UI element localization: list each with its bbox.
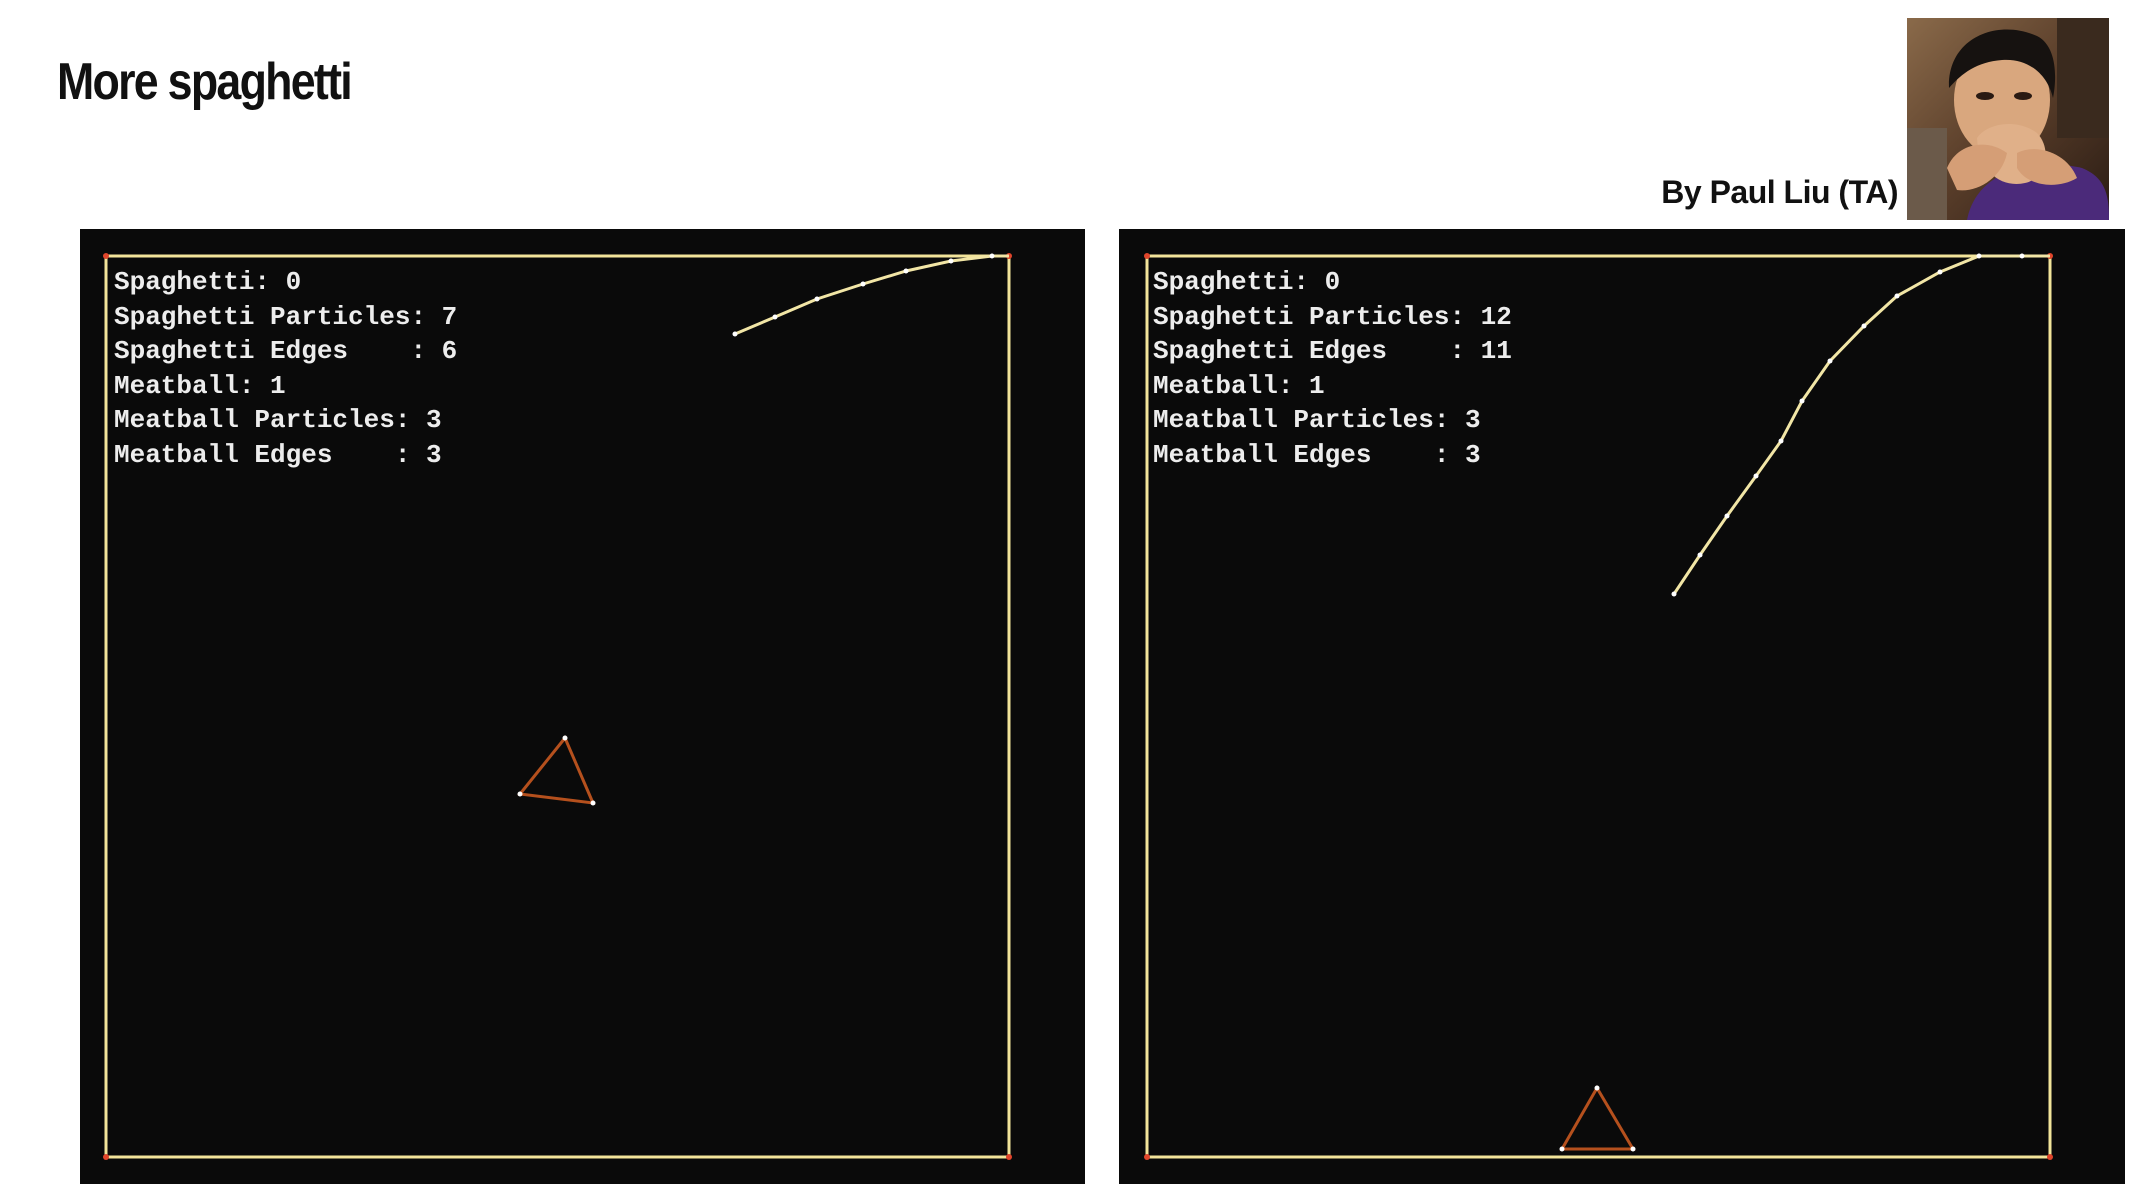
stat-meatball-edges: Meatball Edges : 3 bbox=[114, 439, 442, 470]
stat-meatball-particles: Meatball Particles: 3 bbox=[114, 405, 442, 436]
slide-title: More spaghetti bbox=[57, 53, 353, 111]
meatball-particles bbox=[1559, 1085, 1636, 1152]
stats-readout-left: Spaghetti: 0 Spaghetti Particles: 7 Spag… bbox=[114, 265, 457, 473]
meatball-triangle bbox=[517, 735, 596, 805]
stat-spaghetti-count: Spaghetti: 0 bbox=[1153, 267, 1341, 297]
stat-spaghetti-edges: Spaghetti Edges : 6 bbox=[114, 336, 458, 367]
credit-text: By Paul Liu (TA) bbox=[1661, 174, 1898, 210]
spaghetti-particles bbox=[732, 253, 995, 337]
spaghetti-strand bbox=[734, 254, 1009, 336]
stat-spaghetti-particles: Spaghetti Particles: 12 bbox=[1153, 301, 1512, 332]
stat-spaghetti-particles: Spaghetti Particles: 7 bbox=[114, 301, 458, 332]
spaghetti-strand bbox=[1672, 254, 2050, 595]
stat-meatball-count: Meatball: 1 bbox=[114, 370, 286, 401]
stat-spaghetti-count: Spaghetti: 0 bbox=[114, 267, 302, 297]
spaghetti-particles bbox=[1671, 253, 2025, 597]
presenter-photo bbox=[1907, 18, 2109, 220]
stat-meatball-count: Meatball: 1 bbox=[1153, 370, 1325, 401]
simulation-panel-left: Spaghetti: 0 Spaghetti Particles: 7 Spag… bbox=[80, 229, 1085, 1184]
stat-meatball-edges: Meatball Edges : 3 bbox=[1153, 439, 1481, 470]
meatball-triangle bbox=[1559, 1085, 1636, 1151]
stat-spaghetti-edges: Spaghetti Edges : 11 bbox=[1153, 336, 1512, 367]
stat-meatball-particles: Meatball Particles: 3 bbox=[1153, 405, 1481, 436]
simulation-panel-right: Spaghetti: 0 Spaghetti Particles: 12 Spa… bbox=[1119, 229, 2125, 1184]
stats-readout-right: Spaghetti: 0 Spaghetti Particles: 12 Spa… bbox=[1153, 265, 1512, 473]
